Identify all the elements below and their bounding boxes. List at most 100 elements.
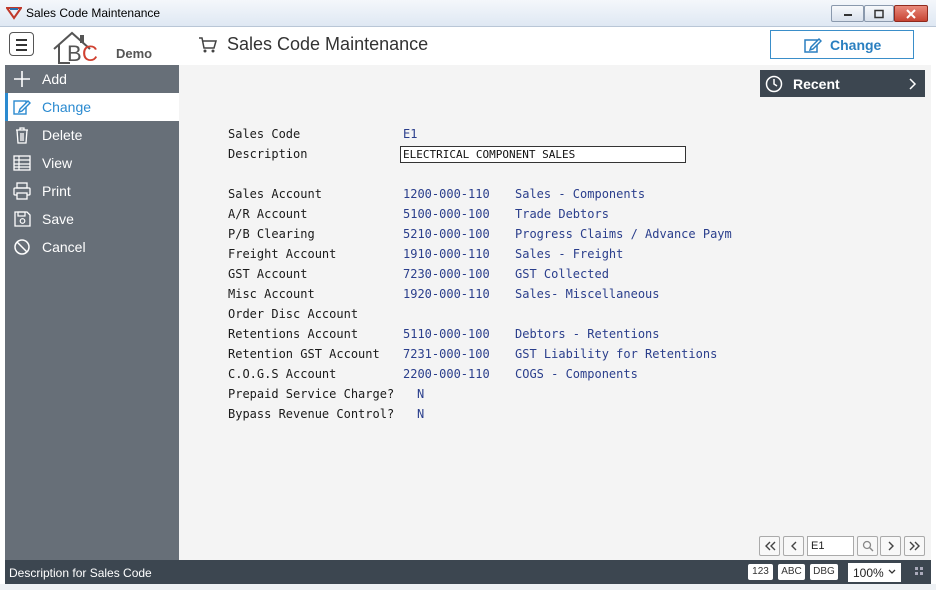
account-code[interactable]: 7231-000-100 bbox=[403, 347, 490, 361]
main-panel: Recent Sales Code E1 Description ELECTRI… bbox=[179, 65, 931, 560]
sidebar-item-delete[interactable]: Delete bbox=[5, 121, 179, 149]
numeric-mode-button[interactable]: 123 bbox=[748, 564, 773, 580]
maximize-button[interactable] bbox=[864, 5, 894, 22]
account-description: Sales- Miscellaneous bbox=[515, 287, 660, 301]
sales-code-value[interactable]: E1 bbox=[403, 127, 417, 141]
account-label: P/B Clearing bbox=[228, 227, 315, 241]
first-record-button[interactable] bbox=[759, 536, 780, 556]
minimize-button[interactable] bbox=[831, 5, 864, 22]
account-code[interactable]: 2200-000-110 bbox=[403, 367, 490, 381]
app-header: B C Demo Sales Code Maintenance Change bbox=[0, 27, 936, 66]
edit-icon bbox=[13, 100, 31, 115]
double-chevron-right-icon bbox=[909, 541, 920, 551]
account-code[interactable]: 1200-000-110 bbox=[403, 187, 490, 201]
window-title: Sales Code Maintenance bbox=[26, 6, 161, 20]
account-code[interactable]: 1910-000-110 bbox=[403, 247, 490, 261]
account-description: GST Liability for Retentions bbox=[515, 347, 718, 361]
resize-grip-icon[interactable] bbox=[915, 567, 923, 575]
status-bar: Description for Sales Code 123 ABC DBG 1… bbox=[5, 560, 931, 584]
sidebar-item-print[interactable]: Print bbox=[5, 177, 179, 205]
account-code[interactable]: 1920-000-110 bbox=[403, 287, 490, 301]
prepaid-label: Prepaid Service Charge? bbox=[228, 387, 395, 401]
account-description: Debtors - Retentions bbox=[515, 327, 660, 341]
account-description: Sales - Components bbox=[515, 187, 646, 201]
save-icon bbox=[14, 211, 31, 227]
account-label: C.O.G.S Account bbox=[228, 367, 337, 381]
chevron-left-icon bbox=[790, 541, 796, 551]
change-mode-button[interactable]: Change bbox=[770, 30, 914, 59]
menu-button[interactable] bbox=[9, 32, 34, 56]
account-code[interactable]: 5210-000-100 bbox=[403, 227, 490, 241]
bypass-label: Bypass Revenue Control? bbox=[228, 407, 395, 421]
account-label: Retention GST Account bbox=[228, 347, 380, 361]
sidebar-item-label: Save bbox=[42, 211, 74, 227]
edit-icon bbox=[804, 37, 822, 53]
cancel-icon bbox=[14, 239, 30, 255]
change-mode-label: Change bbox=[830, 37, 882, 53]
close-button[interactable] bbox=[894, 5, 928, 22]
text-mode-button[interactable]: ABC bbox=[778, 564, 805, 580]
account-description: Trade Debtors bbox=[515, 207, 609, 221]
chevron-right-icon bbox=[909, 78, 917, 90]
sidebar-item-label: Cancel bbox=[42, 239, 86, 255]
page-title: Sales Code Maintenance bbox=[227, 34, 429, 54]
account-code[interactable]: 5100-000-100 bbox=[403, 207, 490, 221]
hamburger-icon-line bbox=[16, 49, 27, 51]
account-description: Progress Claims / Advance Paym bbox=[515, 227, 732, 241]
account-description: COGS - Components bbox=[515, 367, 638, 381]
description-field[interactable]: ELECTRICAL COMPONENT SALES bbox=[400, 146, 686, 163]
last-record-button[interactable] bbox=[904, 536, 925, 556]
sidebar: Add Change Delete View Print Save Cancel bbox=[5, 65, 179, 560]
account-description: Sales - Freight bbox=[515, 247, 624, 261]
account-label: A/R Account bbox=[228, 207, 308, 221]
hamburger-icon-line bbox=[16, 44, 27, 46]
sidebar-item-label: Change bbox=[42, 99, 92, 115]
account-label: Retentions Account bbox=[228, 327, 359, 341]
trash-icon bbox=[16, 127, 28, 144]
description-label: Description bbox=[228, 147, 308, 161]
record-lookup-input[interactable]: E1 bbox=[807, 536, 854, 556]
house-logo-icon: B C bbox=[53, 31, 98, 66]
logo-b: B bbox=[67, 41, 82, 65]
sidebar-item-view[interactable]: View bbox=[5, 149, 179, 177]
account-label: Sales Account bbox=[228, 187, 322, 201]
next-record-button[interactable] bbox=[880, 536, 901, 556]
sidebar-item-change[interactable]: Change bbox=[5, 93, 179, 121]
sidebar-item-add[interactable]: Add bbox=[5, 65, 179, 93]
clock-icon bbox=[765, 75, 783, 93]
account-label: GST Account bbox=[228, 267, 308, 281]
table-icon bbox=[13, 155, 31, 171]
minimize-icon bbox=[843, 13, 852, 16]
account-code[interactable]: 7230-000-100 bbox=[403, 267, 490, 281]
account-description: GST Collected bbox=[515, 267, 609, 281]
plus-icon bbox=[14, 71, 30, 87]
logo-subtitle: Demo bbox=[116, 46, 153, 61]
sidebar-item-label: Print bbox=[42, 183, 71, 199]
search-record-button[interactable] bbox=[857, 536, 878, 556]
prev-record-button[interactable] bbox=[783, 536, 804, 556]
logo-c: C bbox=[82, 41, 98, 65]
recent-button[interactable]: Recent bbox=[760, 70, 925, 97]
sidebar-item-label: Delete bbox=[42, 127, 83, 143]
zoom-value: 100% bbox=[853, 566, 884, 580]
app-icon bbox=[6, 7, 22, 20]
window-bottom-edge bbox=[0, 584, 936, 590]
hamburger-icon bbox=[16, 39, 27, 41]
sidebar-item-cancel[interactable]: Cancel bbox=[5, 233, 179, 261]
account-label: Misc Account bbox=[228, 287, 315, 301]
account-label: Freight Account bbox=[228, 247, 337, 261]
window-titlebar: Sales Code Maintenance bbox=[0, 0, 936, 27]
sidebar-item-save[interactable]: Save bbox=[5, 205, 179, 233]
account-label: Order Disc Account bbox=[228, 307, 359, 321]
status-message: Description for Sales Code bbox=[9, 566, 152, 580]
sidebar-item-label: Add bbox=[42, 71, 67, 87]
debug-button[interactable]: DBG bbox=[810, 564, 838, 580]
bypass-value[interactable]: N bbox=[417, 407, 424, 421]
zoom-select[interactable]: 100% bbox=[848, 563, 901, 582]
sidebar-item-label: View bbox=[42, 155, 73, 171]
prepaid-value[interactable]: N bbox=[417, 387, 424, 401]
chevron-right-icon bbox=[888, 541, 894, 551]
sales-code-label: Sales Code bbox=[228, 127, 301, 141]
account-code[interactable]: 5110-000-100 bbox=[403, 327, 490, 341]
chevron-down-icon bbox=[888, 569, 896, 574]
